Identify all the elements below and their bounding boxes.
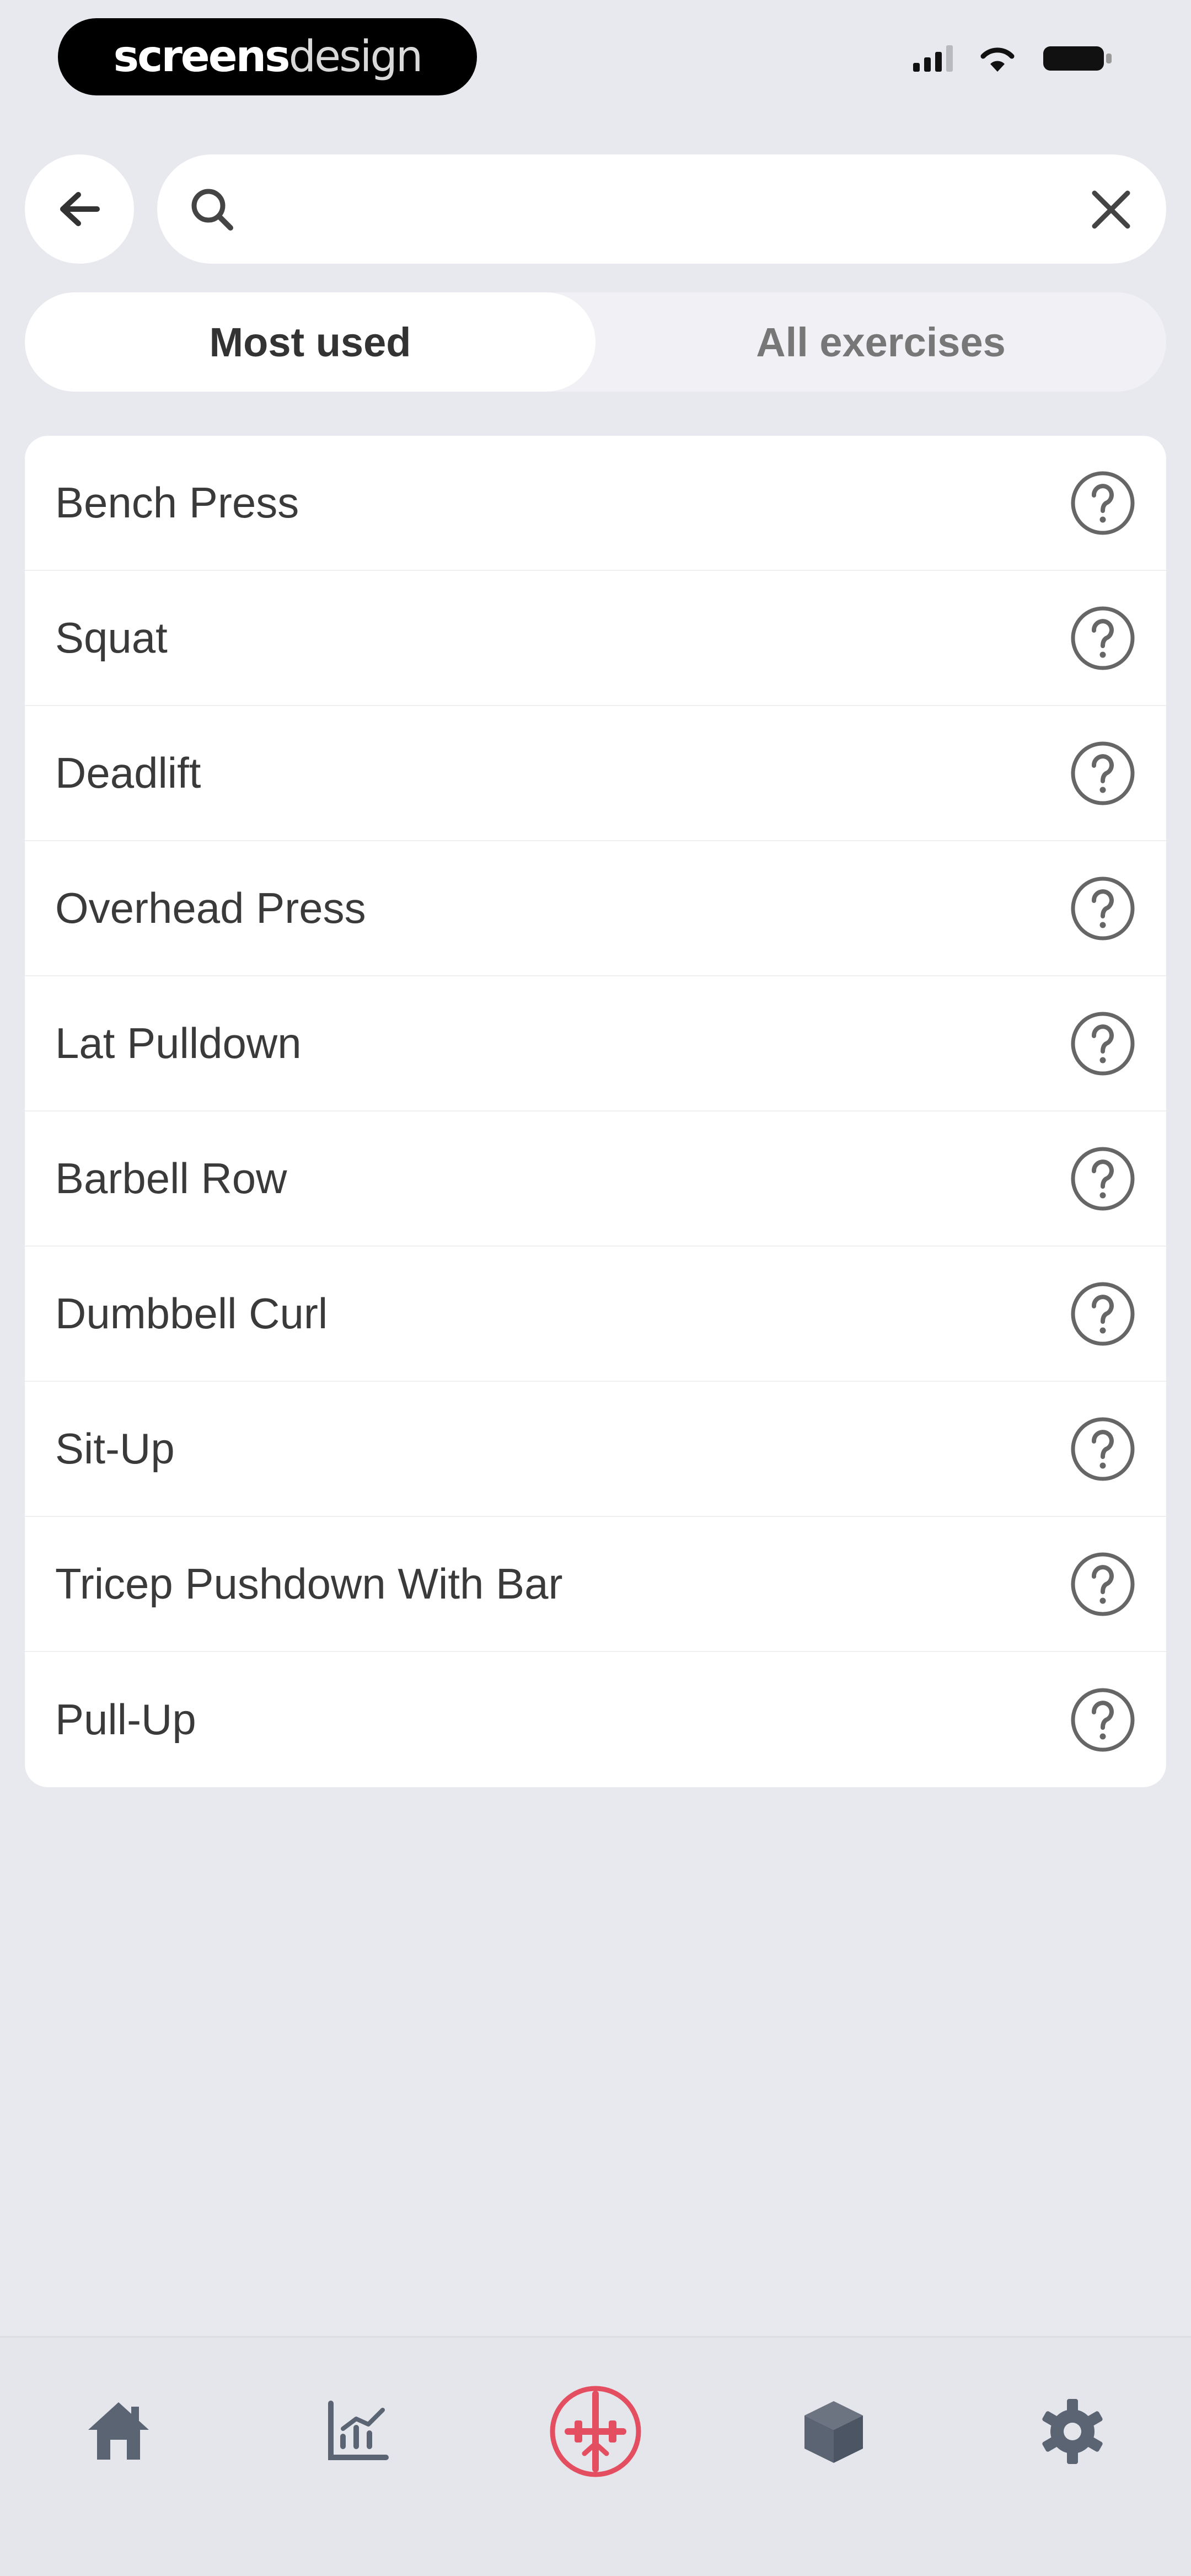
nav-workout[interactable] [540, 2376, 651, 2487]
exercise-list-item[interactable]: Squat [25, 571, 1166, 706]
status-bar: screens design [0, 0, 1191, 127]
help-circle-icon [1071, 741, 1135, 805]
exercise-name: Tricep Pushdown With Bar [55, 1559, 563, 1608]
cellular-signal-icon [913, 45, 953, 72]
chart-icon [328, 2401, 389, 2460]
help-circle-icon [1071, 877, 1135, 940]
help-circle-icon [1071, 471, 1135, 535]
exercise-name: Squat [55, 613, 168, 662]
exercise-list-item[interactable]: Bench Press [25, 436, 1166, 571]
exercise-list-item[interactable]: Pull-Up [25, 1652, 1166, 1787]
battery-icon [1043, 46, 1112, 71]
nav-progress[interactable] [302, 2376, 412, 2487]
exercise-tabs: Most used All exercises [25, 292, 1166, 392]
clear-search-button[interactable] [1083, 182, 1139, 237]
exercise-name: Deadlift [55, 749, 201, 797]
exercise-name: Sit-Up [55, 1424, 175, 1473]
brand-logo: screens design [58, 18, 477, 95]
exercise-list-item[interactable]: Lat Pulldown [25, 976, 1166, 1111]
exercise-info-button[interactable] [1070, 1416, 1136, 1482]
exercise-name: Overhead Press [55, 884, 366, 932]
search-input[interactable] [256, 171, 1064, 248]
exercise-name: Barbell Row [55, 1154, 287, 1203]
exercise-info-button[interactable] [1070, 605, 1136, 671]
nav-equipment[interactable] [779, 2376, 889, 2487]
help-circle-icon [1071, 606, 1135, 670]
workout-icon [550, 2386, 641, 2477]
close-icon [1092, 190, 1130, 229]
arrow-left-icon [60, 192, 100, 226]
help-circle-icon [1071, 1417, 1135, 1481]
exercise-name: Bench Press [55, 478, 299, 527]
exercise-name: Lat Pulldown [55, 1019, 302, 1067]
tab-all-exercises[interactable]: All exercises [596, 292, 1166, 392]
exercise-list-item[interactable]: Barbell Row [25, 1111, 1166, 1247]
help-circle-icon [1071, 1147, 1135, 1210]
bottom-navigation [0, 2336, 1191, 2576]
exercise-info-button[interactable] [1070, 740, 1136, 806]
exercise-info-button[interactable] [1070, 1281, 1136, 1347]
search-bar[interactable] [157, 154, 1166, 264]
exercise-info-button[interactable] [1070, 1011, 1136, 1077]
cube-icon [804, 2401, 863, 2463]
exercise-list-item[interactable]: Deadlift [25, 706, 1166, 841]
exercise-list-item[interactable]: Tricep Pushdown With Bar [25, 1517, 1166, 1652]
exercise-info-button[interactable] [1070, 1146, 1136, 1212]
exercise-list: Bench Press Squat Deadlift Overhead Press La… [25, 436, 1166, 1787]
exercise-info-button[interactable] [1070, 875, 1136, 942]
exercise-info-button[interactable] [1070, 1687, 1136, 1753]
help-circle-icon [1071, 1552, 1135, 1616]
status-icons [913, 44, 1114, 73]
back-button[interactable] [25, 154, 134, 264]
gear-icon [1042, 2399, 1103, 2464]
brand-logo-light: design [288, 32, 423, 82]
exercise-name: Dumbbell Curl [55, 1289, 328, 1338]
exercise-list-item[interactable]: Sit-Up [25, 1382, 1166, 1517]
brand-logo-bold: screens [113, 32, 291, 82]
exercise-list-item[interactable]: Dumbbell Curl [25, 1247, 1166, 1382]
exercise-info-button[interactable] [1070, 470, 1136, 536]
home-icon [88, 2402, 149, 2460]
exercise-picker-screen: screens design Most used All exercises B… [0, 0, 1191, 2576]
nav-settings[interactable] [1017, 2376, 1128, 2487]
exercise-name: Pull-Up [55, 1695, 196, 1744]
search-icon [185, 182, 240, 237]
tab-most-used[interactable]: Most used [25, 292, 596, 392]
help-circle-icon [1071, 1688, 1135, 1751]
help-circle-icon [1071, 1012, 1135, 1075]
nav-home[interactable] [63, 2376, 174, 2487]
exercise-info-button[interactable] [1070, 1551, 1136, 1617]
exercise-list-item[interactable]: Overhead Press [25, 841, 1166, 976]
help-circle-icon [1071, 1282, 1135, 1345]
wifi-icon [980, 47, 1015, 72]
